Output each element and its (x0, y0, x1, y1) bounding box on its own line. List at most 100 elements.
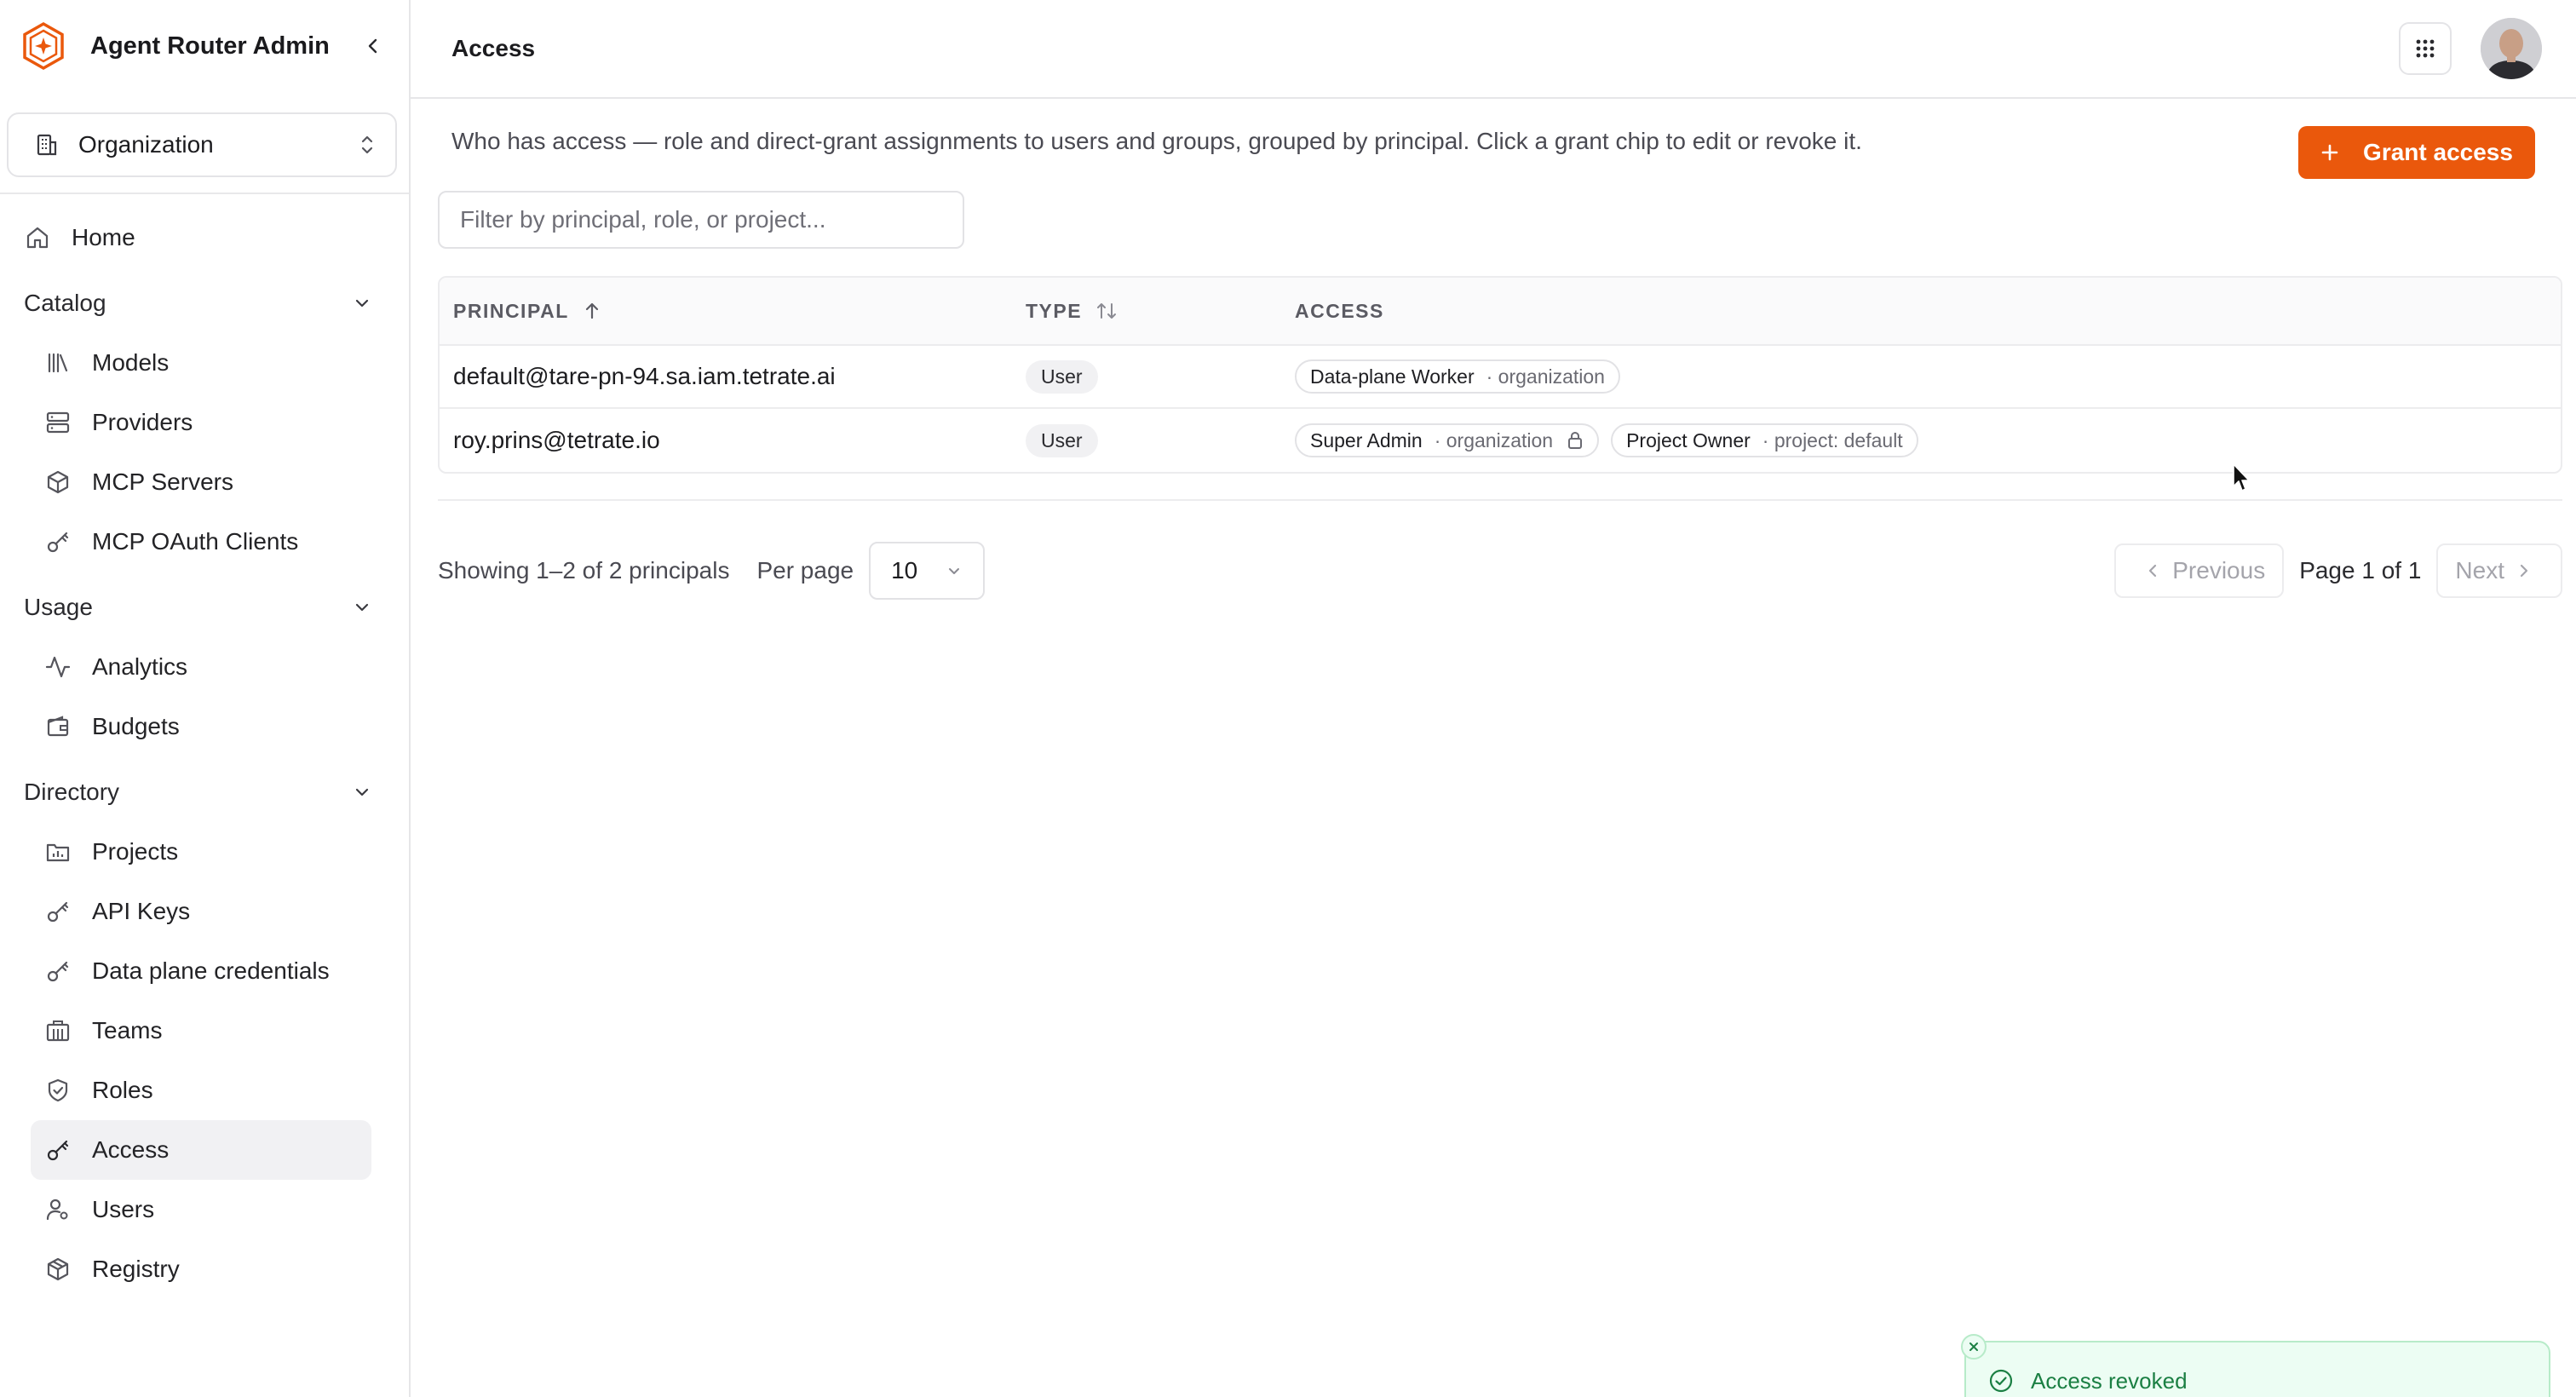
sidebar-item-teams[interactable]: Teams (31, 1001, 371, 1061)
sidebar-item-label: Home (72, 224, 135, 250)
grant-chip[interactable]: Super Admin · organization (1295, 423, 1600, 457)
organization-label: Organization (78, 131, 214, 158)
page-description: Who has access — role and direct-grant a… (451, 128, 1862, 154)
column-header-principal: PRINCIPAL (453, 299, 569, 322)
per-page-select[interactable]: 10 (869, 542, 986, 600)
server-icon (46, 411, 70, 434)
app-title: Agent Router Admin (90, 32, 330, 60)
main-content: Who has access — role and direct-grant a… (438, 99, 2562, 600)
column-header-type: TYPE (1026, 299, 1083, 322)
grant-role: Super Admin (1310, 428, 1423, 451)
group-label: Usage (24, 594, 93, 620)
sidebar-item-label: Roles (92, 1077, 153, 1103)
grant-access-button[interactable]: Grant access (2298, 126, 2535, 179)
library-icon (48, 353, 68, 373)
user-avatar-icon (2481, 18, 2542, 79)
brand-bar: Agent Router Admin (0, 0, 409, 92)
sidebar-item-analytics[interactable]: Analytics (31, 637, 371, 697)
sidebar-item-projects[interactable]: Projects (31, 822, 371, 882)
group-label: Directory (24, 779, 120, 805)
box-icon (47, 470, 69, 494)
column-header-access: ACCESS (1295, 299, 1384, 322)
chevron-left-icon (368, 38, 377, 54)
key-icon (47, 532, 69, 553)
previous-page-button[interactable]: Previous (2114, 543, 2285, 598)
close-icon (1969, 1342, 1978, 1351)
brand-logo-icon (19, 21, 68, 71)
sidebar-item-label: MCP OAuth Clients (92, 528, 299, 555)
sidebar-item-label: MCP Servers (92, 469, 233, 495)
collapse-sidebar-button[interactable] (358, 31, 388, 61)
sidebar-item-mcp-oauth-clients[interactable]: MCP OAuth Clients (31, 512, 371, 572)
filter-input[interactable] (438, 191, 964, 249)
chevron-down-icon (355, 299, 369, 308)
sort-arrows-icon[interactable] (1095, 302, 1118, 320)
sidebar-item-users[interactable]: Users (31, 1180, 371, 1239)
sidebar-item-models[interactable]: Models (31, 333, 371, 393)
organization-switcher[interactable]: Organization (7, 112, 397, 177)
sidebar-item-api-keys[interactable]: API Keys (31, 882, 371, 941)
sidebar-item-label: Teams (92, 1017, 163, 1043)
wallet-icon (47, 716, 69, 737)
grant-scope: · organization (1434, 428, 1554, 451)
previous-label: Previous (2172, 557, 2266, 584)
sidebar-item-access[interactable]: Access (31, 1120, 371, 1180)
page-info: Page 1 of 1 (2299, 557, 2422, 584)
sidebar-item-providers[interactable]: Providers (31, 393, 371, 452)
plus-icon (2321, 144, 2338, 161)
grant-chip[interactable]: Data-plane Worker · organization (1295, 359, 1620, 394)
next-page-button[interactable]: Next (2436, 543, 2562, 598)
building-icon (46, 1020, 70, 1042)
sidebar-group-usage[interactable]: Usage (0, 578, 409, 637)
sidebar-item-label: Projects (92, 838, 179, 865)
shield-check-icon (48, 1078, 68, 1102)
folder-chart-icon (46, 843, 70, 862)
sidebar-item-label: Data plane credentials (92, 957, 330, 984)
avatar[interactable] (2481, 18, 2542, 79)
grant-scope: · project: default (1762, 428, 1903, 451)
toast-message: Access revoked (2031, 1368, 2188, 1394)
chevron-down-icon (355, 603, 369, 612)
sidebar-item-home[interactable]: Home (10, 208, 371, 267)
principal-cell: default@tare-pn-94.sa.iam.tetrate.ai (453, 363, 836, 389)
grant-scope: · organization (1486, 365, 1605, 388)
group-label: Catalog (24, 290, 106, 316)
sidebar-item-data-plane-credentials[interactable]: Data plane credentials (31, 941, 371, 1001)
sidebar: Agent Router Admin Organization Home Cat… (0, 0, 411, 1397)
toast-close-button[interactable] (1961, 1334, 1987, 1360)
sidebar-nav: Home Catalog Models Providers MCP Server… (0, 194, 409, 1299)
sidebar-item-label: API Keys (92, 898, 191, 924)
sidebar-item-budgets[interactable]: Budgets (31, 697, 371, 756)
sidebar-group-catalog[interactable]: Catalog (0, 273, 409, 333)
sidebar-item-label: Analytics (92, 653, 188, 680)
grant-chip[interactable]: Project Owner · project: default (1611, 423, 1918, 457)
chevrons-up-down-icon (361, 135, 373, 154)
sidebar-item-label: Budgets (92, 713, 180, 739)
sidebar-item-label: Providers (92, 409, 193, 435)
page-title: Access (451, 35, 536, 61)
sidebar-item-roles[interactable]: Roles (31, 1061, 371, 1120)
access-table: PRINCIPAL TYPE ACCESS default@tare-pn-94… (438, 276, 2562, 474)
sidebar-item-mcp-servers[interactable]: MCP Servers (31, 452, 371, 512)
table-header: PRINCIPAL TYPE ACCESS (440, 278, 2561, 346)
chevron-down-icon (355, 788, 369, 796)
grant-role: Data-plane Worker (1310, 365, 1475, 388)
activity-icon (45, 656, 71, 678)
apps-menu-button[interactable] (2399, 22, 2452, 75)
key-icon (47, 901, 69, 923)
sidebar-item-registry[interactable]: Registry (31, 1239, 371, 1299)
sidebar-item-label: Models (92, 349, 170, 376)
check-circle-icon (1989, 1369, 2013, 1393)
table-row[interactable]: default@tare-pn-94.sa.iam.tetrate.ai Use… (440, 346, 2561, 409)
principal-cell: roy.prins@tetrate.io (453, 427, 660, 453)
type-badge: User (1026, 359, 1098, 394)
sort-ascending-icon[interactable] (583, 302, 601, 320)
sidebar-group-directory[interactable]: Directory (0, 762, 409, 822)
pagination: Showing 1–2 of 2 principals Per page 10 … (438, 542, 2562, 600)
next-label: Next (2455, 557, 2504, 584)
table-divider (438, 499, 2562, 501)
top-header: Access (411, 0, 2576, 99)
grant-role: Project Owner (1626, 428, 1751, 451)
key-icon (47, 1140, 69, 1161)
key-icon (47, 961, 69, 982)
